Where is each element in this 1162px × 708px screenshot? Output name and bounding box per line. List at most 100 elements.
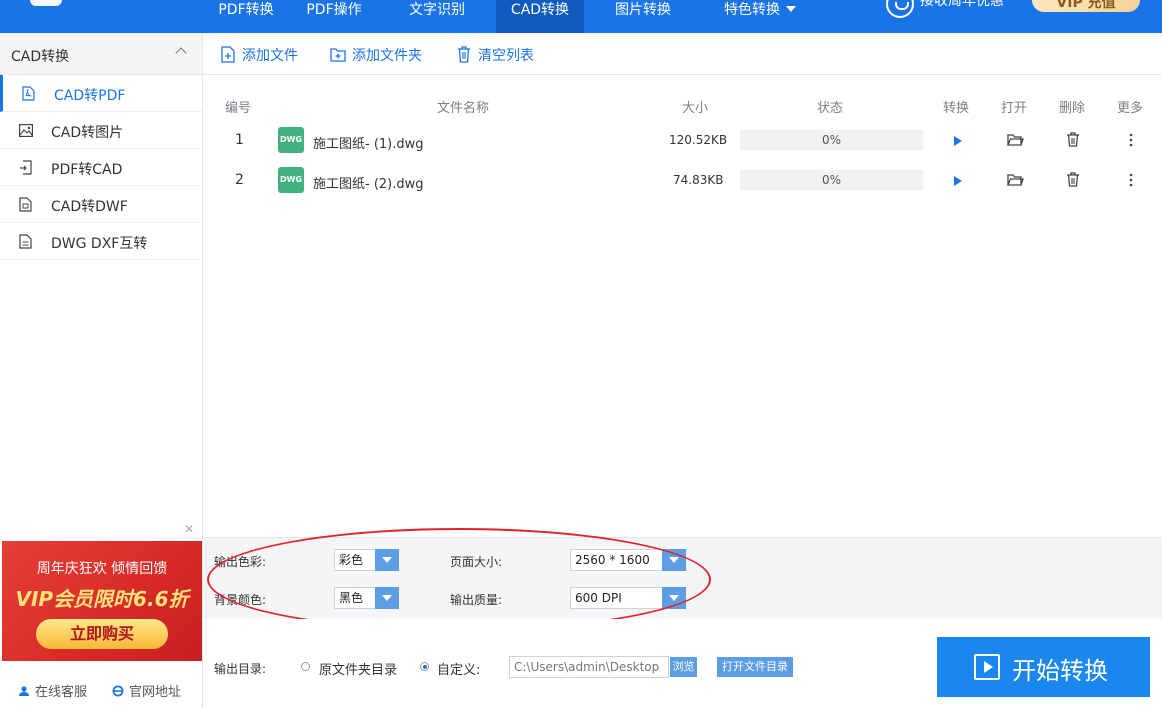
chevron-down-icon xyxy=(786,6,796,12)
promo-line-2: VIP会员限时6.6折 xyxy=(15,587,189,611)
support-icon xyxy=(19,686,29,696)
play-square-icon xyxy=(974,654,1000,680)
more-icon[interactable] xyxy=(1121,170,1141,190)
tab-label: PDF转换 xyxy=(218,2,274,18)
website-link[interactable]: 官网地址 xyxy=(112,681,181,700)
dwg-file-icon: DWG xyxy=(278,127,304,153)
header-open: 打开 xyxy=(1001,101,1028,116)
sidebar-item-label: PDF转CAD xyxy=(51,162,123,178)
tab-image-convert[interactable]: 图片转换 xyxy=(600,0,686,33)
row-progress: 0% xyxy=(740,170,923,190)
buy-now-button[interactable]: 立即购买 xyxy=(36,619,168,649)
header-more: 更多 xyxy=(1117,101,1144,116)
pdf-file-icon xyxy=(22,86,35,101)
output-color-value: 彩色 xyxy=(339,553,364,567)
header-size: 大小 xyxy=(682,101,709,116)
chevron-down-icon xyxy=(375,587,399,609)
user-promo-link[interactable]: 接收周年优惠 xyxy=(920,0,1004,11)
clear-list-label: 清空列表 xyxy=(478,48,534,64)
add-file-button[interactable]: 添加文件 xyxy=(220,45,298,65)
clear-list-button[interactable]: 清空列表 xyxy=(456,45,534,65)
background-color-select[interactable]: 黑色 xyxy=(334,587,399,609)
row-filename: 施工图纸- (2).dwg xyxy=(313,177,424,192)
online-support-link[interactable]: 在线客服 xyxy=(18,681,87,700)
output-color-select[interactable]: 彩色 xyxy=(334,549,399,571)
start-conversion-label: 开始转换 xyxy=(1012,657,1108,685)
row-index: 2 xyxy=(235,172,244,188)
file-import-icon xyxy=(20,160,32,175)
sidebar-section-header[interactable]: CAD转换 xyxy=(0,33,202,75)
page-size-select[interactable]: 2560 * 1600 xyxy=(570,549,686,571)
sidebar-footer: 在线客服 官网地址 xyxy=(0,673,202,703)
header-name: 文件名称 xyxy=(437,101,490,116)
output-quality-select[interactable]: 600 DPI xyxy=(570,587,686,609)
output-bar: 输出目录: 原文件夹目录 自定义: 浏览 打开文件目录 开始转换 xyxy=(203,619,1162,708)
page-size-value: 2560 * 1600 xyxy=(575,553,650,567)
original-folder-label[interactable]: 原文件夹目录 xyxy=(319,659,397,678)
more-icon[interactable] xyxy=(1121,130,1141,150)
browser-icon xyxy=(112,685,124,697)
sidebar-item-cad-to-dwf[interactable]: CAD转DWF xyxy=(0,186,202,223)
header-index: 编号 xyxy=(225,101,252,116)
open-folder-icon[interactable] xyxy=(1005,130,1025,150)
row-filename: 施工图纸- (1).dwg xyxy=(313,137,424,152)
start-conversion-button[interactable]: 开始转换 xyxy=(937,637,1150,697)
chevron-down-icon xyxy=(662,587,686,609)
tab-pdf-operation[interactable]: PDF操作 xyxy=(292,0,376,33)
chevron-down-icon xyxy=(662,549,686,571)
row-index: 1 xyxy=(235,132,244,148)
output-dir-label: 输出目录: xyxy=(214,662,267,676)
vip-recharge-button[interactable]: VIP 充值 xyxy=(1032,0,1140,12)
row-progress: 0% xyxy=(740,130,923,150)
sidebar-section-title: CAD转换 xyxy=(11,49,70,65)
output-quality-label: 输出质量: xyxy=(450,593,503,607)
top-nav-bar: PDF转换 PDF操作 文字识别 CAD转换 图片转换 特色转换 接收周年优惠 … xyxy=(0,0,1162,33)
sidebar-item-cad-to-pdf[interactable]: CAD转PDF xyxy=(0,75,202,112)
header-convert: 转换 xyxy=(943,101,970,116)
ad-close-icon[interactable]: ✕ xyxy=(184,522,194,536)
radio-original-folder[interactable] xyxy=(301,662,310,671)
chevron-up-icon xyxy=(175,47,187,59)
dwg-file-icon: DWG xyxy=(278,167,304,193)
tab-label: 文字识别 xyxy=(409,2,465,18)
delete-icon[interactable] xyxy=(1063,170,1083,190)
sidebar: CAD转换 CAD转PDF CAD转图片 PDF转CAD CAD转DWF DWG… xyxy=(0,33,203,708)
trash-icon xyxy=(458,46,470,63)
tab-special-convert[interactable]: 特色转换 xyxy=(712,0,808,33)
tab-label: PDF操作 xyxy=(306,2,362,18)
tab-label: 图片转换 xyxy=(615,2,671,18)
custom-folder-label[interactable]: 自定义: xyxy=(437,659,480,678)
add-folder-label: 添加文件夹 xyxy=(352,48,422,64)
promo-banner[interactable]: 周年庆狂欢 倾情回馈 VIP会员限时6.6折 立即购买 xyxy=(2,541,202,661)
open-folder-icon[interactable] xyxy=(1005,170,1025,190)
output-path-input[interactable] xyxy=(509,656,669,678)
header-status: 状态 xyxy=(817,101,844,116)
file-toolbar: 添加文件 添加文件夹 清空列表 xyxy=(203,33,1162,75)
sidebar-item-pdf-to-cad[interactable]: PDF转CAD xyxy=(0,149,202,186)
sidebar-item-label: CAD转图片 xyxy=(51,125,124,141)
delete-icon[interactable] xyxy=(1063,130,1083,150)
tab-ocr[interactable]: 文字识别 xyxy=(394,0,480,33)
website-label: 官网地址 xyxy=(129,685,182,700)
tab-cad-convert[interactable]: CAD转换 xyxy=(496,0,584,33)
open-output-folder-button[interactable]: 打开文件目录 xyxy=(717,657,793,677)
add-folder-button[interactable]: 添加文件夹 xyxy=(330,45,422,65)
image-icon xyxy=(19,124,33,137)
background-color-value: 黑色 xyxy=(339,591,364,605)
browse-button[interactable]: 浏览 xyxy=(670,657,697,677)
tab-label: CAD转换 xyxy=(510,2,570,18)
tab-pdf-convert[interactable]: PDF转换 xyxy=(204,0,288,33)
radio-custom-folder[interactable] xyxy=(420,662,429,671)
header-delete: 删除 xyxy=(1059,101,1086,116)
conversion-settings-panel: 输出色彩: 彩色 背景颜色: 黑色 页面大小: 2560 * 1600 输出质量… xyxy=(203,537,1162,619)
sidebar-item-cad-to-image[interactable]: CAD转图片 xyxy=(0,112,202,149)
sidebar-item-label: CAD转PDF xyxy=(54,88,126,104)
add-file-icon xyxy=(221,46,235,63)
logo-icon xyxy=(30,0,62,6)
play-icon[interactable] xyxy=(948,171,968,191)
play-icon[interactable] xyxy=(948,131,968,151)
row-size: 120.52KB xyxy=(669,133,728,147)
online-support-label: 在线客服 xyxy=(35,685,88,700)
sidebar-item-dwg-dxf[interactable]: DWG DXF互转 xyxy=(0,223,202,260)
user-icon[interactable] xyxy=(886,0,914,18)
